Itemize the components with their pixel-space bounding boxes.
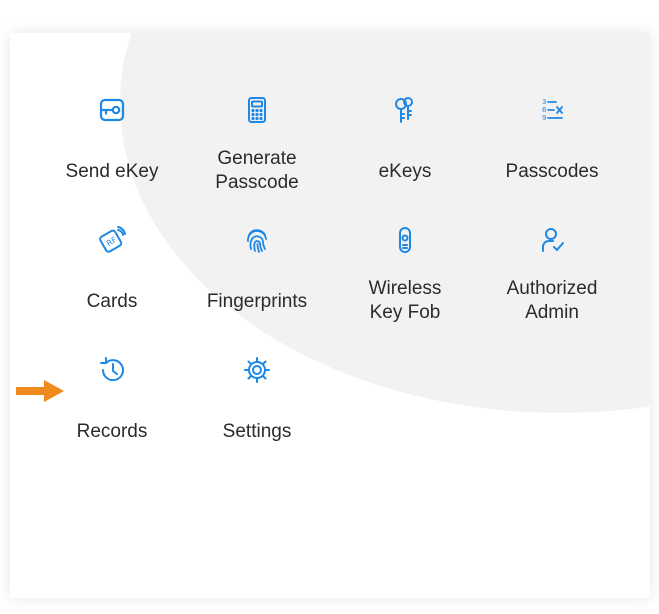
history-icon — [97, 355, 127, 385]
svg-text:3: 3 — [542, 98, 546, 106]
fingerprint-icon — [242, 225, 272, 255]
pointer-arrow-icon — [16, 380, 64, 402]
ekey-send-icon — [97, 95, 127, 125]
menu-item-send-ekey[interactable]: Send eKey — [42, 33, 182, 182]
menu-grid: Send eKey Generate Passcode eKeys 3 6 9 … — [10, 33, 650, 598]
menu-item-label: Settings — [222, 421, 292, 442]
calculator-icon — [242, 95, 272, 125]
menu-item-label: Records — [76, 421, 148, 442]
menu-item-passcodes[interactable]: 3 6 9 Passcodes — [482, 33, 622, 182]
keys-icon — [390, 95, 420, 125]
menu-item-records[interactable]: Records — [42, 293, 182, 442]
menu-item-cards[interactable]: RF Cards — [42, 163, 182, 312]
lock-menu-card: Send eKey Generate Passcode eKeys 3 6 9 … — [10, 33, 650, 598]
user-check-icon — [537, 225, 567, 255]
svg-text:RF: RF — [105, 235, 119, 248]
key-fob-icon — [390, 225, 420, 255]
svg-text:6: 6 — [542, 106, 547, 114]
menu-item-label: Wireless Key Fob — [368, 278, 442, 323]
menu-item-generate-passcode[interactable]: Generate Passcode — [187, 33, 327, 193]
menu-item-ekeys[interactable]: eKeys — [335, 33, 475, 182]
gear-icon — [242, 355, 272, 385]
menu-item-fingerprints[interactable]: Fingerprints — [187, 163, 327, 312]
rf-card-icon: RF — [97, 225, 127, 255]
page: Send eKey Generate Passcode eKeys 3 6 9 … — [0, 0, 659, 614]
svg-text:9: 9 — [542, 114, 546, 122]
menu-item-wireless-key-fob[interactable]: Wireless Key Fob — [335, 163, 475, 323]
menu-item-authorized-admin[interactable]: Authorized Admin — [482, 163, 622, 323]
menu-item-label: Authorized Admin — [506, 278, 598, 323]
passcode-list-icon: 3 6 9 — [537, 95, 567, 125]
menu-item-settings[interactable]: Settings — [187, 293, 327, 442]
